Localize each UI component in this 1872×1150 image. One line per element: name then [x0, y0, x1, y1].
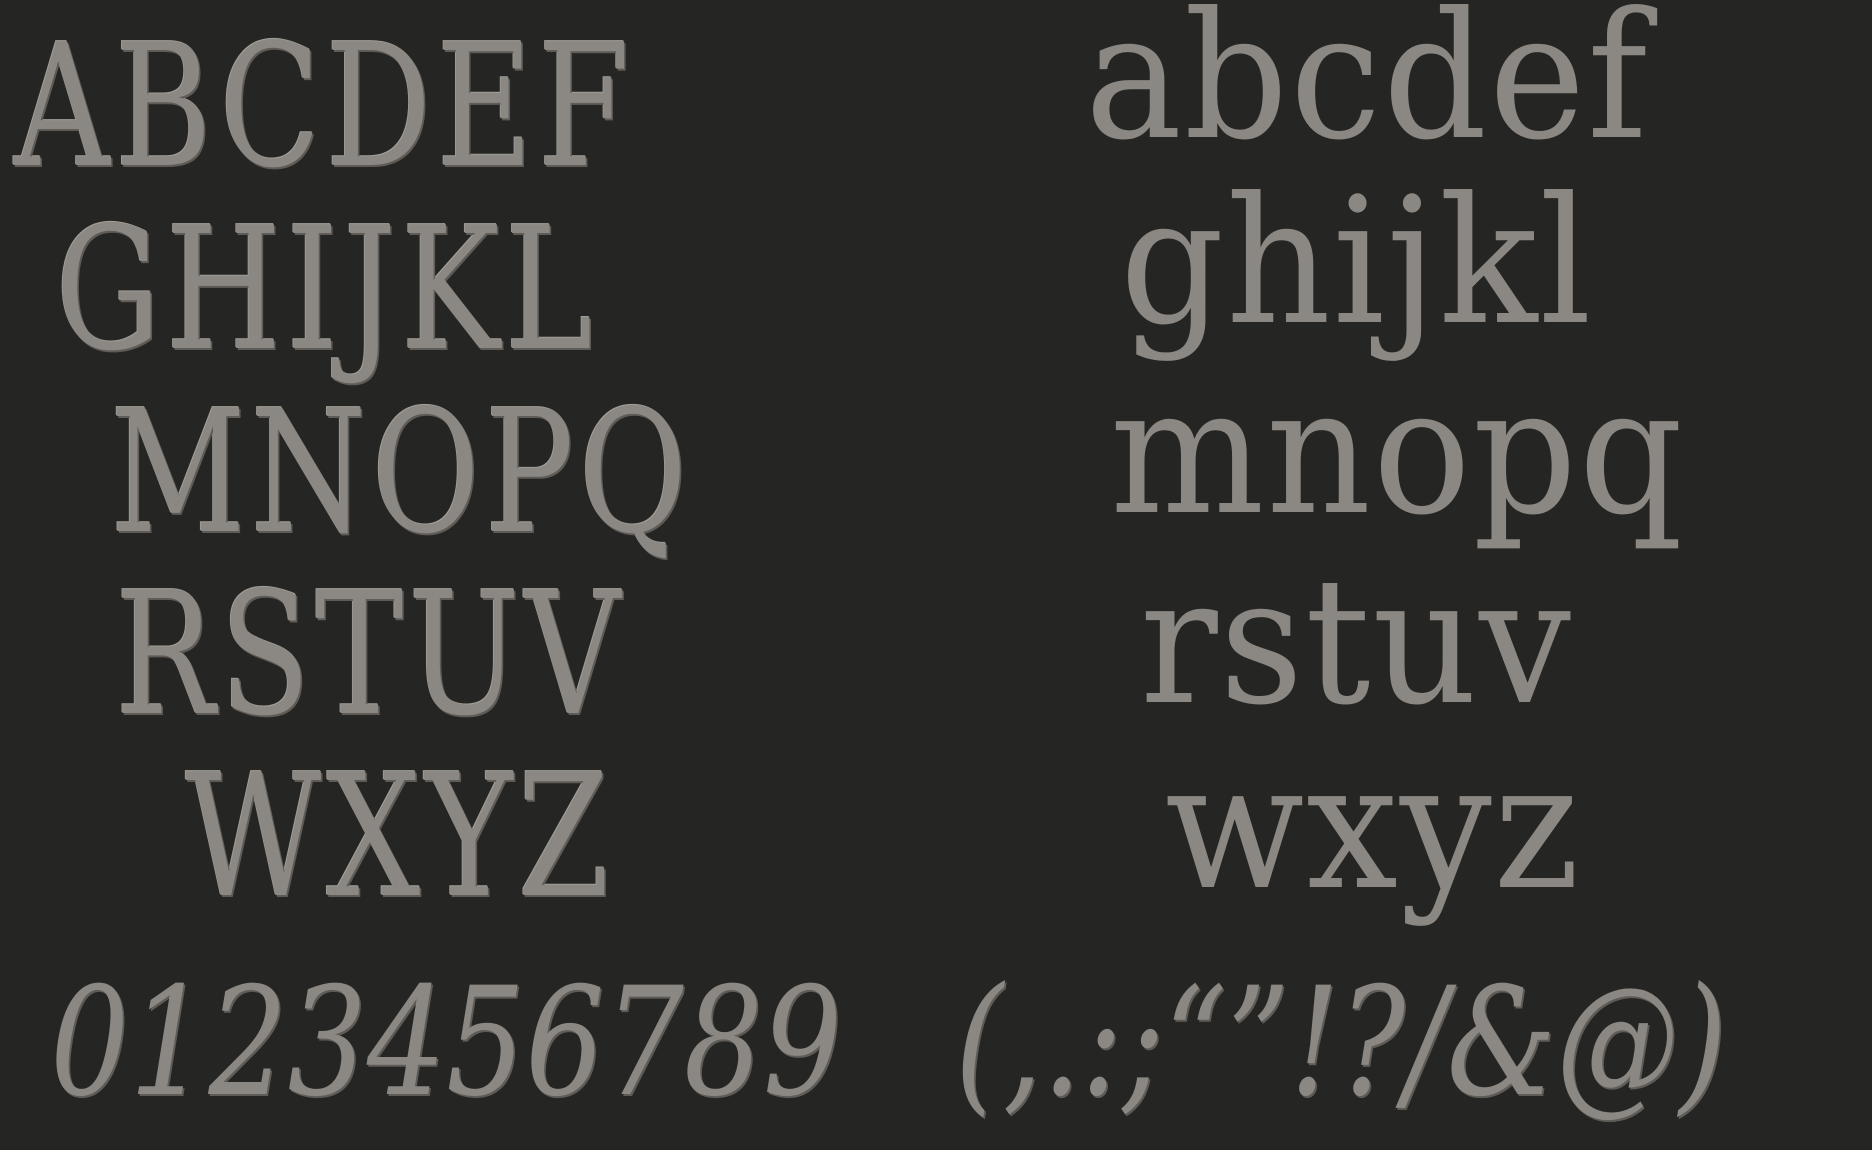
punctuation-row: (,.:;“”!?/&@): [955, 968, 1727, 1118]
lowercase-row-5: wxyz: [1165, 740, 1581, 915]
uppercase-row-5: WXYZ: [185, 752, 614, 922]
glyph-row-text: WXYZ: [185, 738, 615, 936]
lowercase-row-3: mnopq: [1110, 365, 1685, 540]
glyph-row-text: GHIJKL: [55, 191, 598, 389]
glyph-row-text: RSTUV: [115, 556, 626, 754]
lowercase-row-4: rstuv: [1140, 555, 1573, 730]
uppercase-row-1: ABCDEF: [14, 22, 634, 192]
glyph-row-text: mnopq: [1110, 351, 1685, 554]
glyph-row-text: MNOPQ: [110, 374, 692, 572]
glyph-row-text: ABCDEF: [14, 8, 635, 206]
uppercase-row-3: MNOPQ: [110, 388, 692, 558]
uppercase-row-2: GHIJKL: [55, 205, 597, 375]
glyph-row-text: ghijkl: [1120, 161, 1594, 364]
glyph-row-text: abcdef: [1085, 0, 1650, 179]
glyph-row-text: 0123456789: [50, 956, 843, 1130]
glyph-row-text: wxyz: [1165, 726, 1582, 929]
lowercase-row-2: ghijkl: [1120, 175, 1593, 350]
glyph-row-text: (,.:;“”!?/&@): [955, 956, 1728, 1130]
uppercase-row-4: RSTUV: [115, 570, 625, 740]
lowercase-row-1: abcdef: [1085, 0, 1649, 165]
digits-row: 0123456789: [50, 968, 842, 1118]
font-specimen-sheet: ABCDEF GHIJKL MNOPQ RSTUV WXYZ abcdef gh…: [0, 0, 1872, 1150]
glyph-row-text: rstuv: [1140, 541, 1573, 744]
